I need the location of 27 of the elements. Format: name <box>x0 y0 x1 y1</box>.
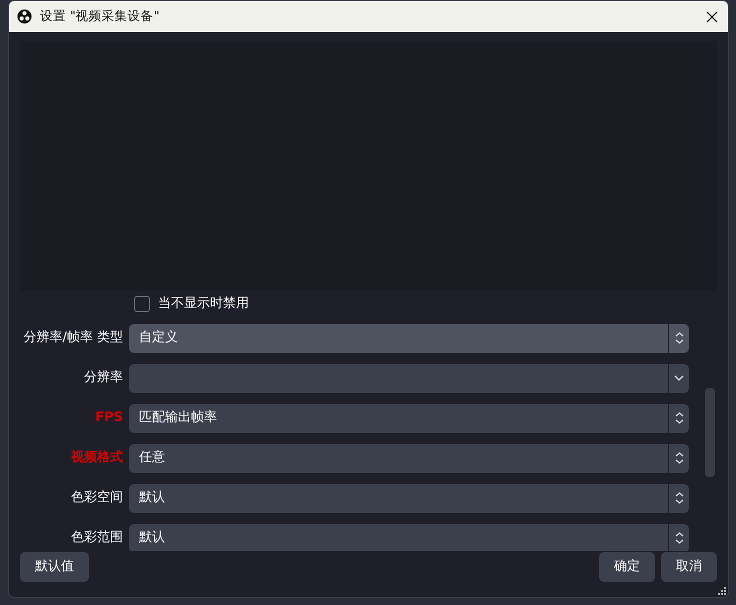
chevron-down-icon <box>674 375 684 381</box>
up-down-arrows-icon <box>674 451 684 465</box>
checkbox-label: 当不显示时禁用 <box>158 295 249 314</box>
window-title: 设置 "视频采集设备" <box>40 7 160 26</box>
combo-box[interactable]: 匹配输出帧率 <box>129 404 689 432</box>
up-down-arrows-icon <box>674 411 684 425</box>
up-down-arrows-icon <box>674 331 684 345</box>
app-logo-icon <box>17 9 32 24</box>
checkbox[interactable] <box>134 296 150 312</box>
dialog-button[interactable]: 取消 <box>661 552 717 582</box>
dialog-button[interactable]: 默认值 <box>20 552 89 582</box>
combo-box[interactable]: 自定义 <box>129 324 689 352</box>
up-down-arrows-icon <box>674 531 684 545</box>
field-label: 分辨率 <box>83 369 124 388</box>
combo-box[interactable]: 默认 <box>129 524 689 551</box>
close-button[interactable] <box>704 8 720 24</box>
scrollbar-thumb[interactable] <box>705 388 715 477</box>
field-label: 色彩范围 <box>70 529 124 548</box>
field-label: 色彩空间 <box>70 489 124 508</box>
combo-box[interactable]: 任意 <box>129 444 689 472</box>
dialog-button[interactable]: 确定 <box>599 552 655 582</box>
field-label: 分辨率/帧率 类型 <box>22 329 124 348</box>
field-label: FPS <box>94 409 124 428</box>
up-down-arrows-icon <box>674 491 684 505</box>
resize-grip-icon[interactable] <box>718 587 726 595</box>
combo-box[interactable]: 默认 <box>129 484 689 512</box>
field-label: 视频格式 <box>70 449 124 468</box>
